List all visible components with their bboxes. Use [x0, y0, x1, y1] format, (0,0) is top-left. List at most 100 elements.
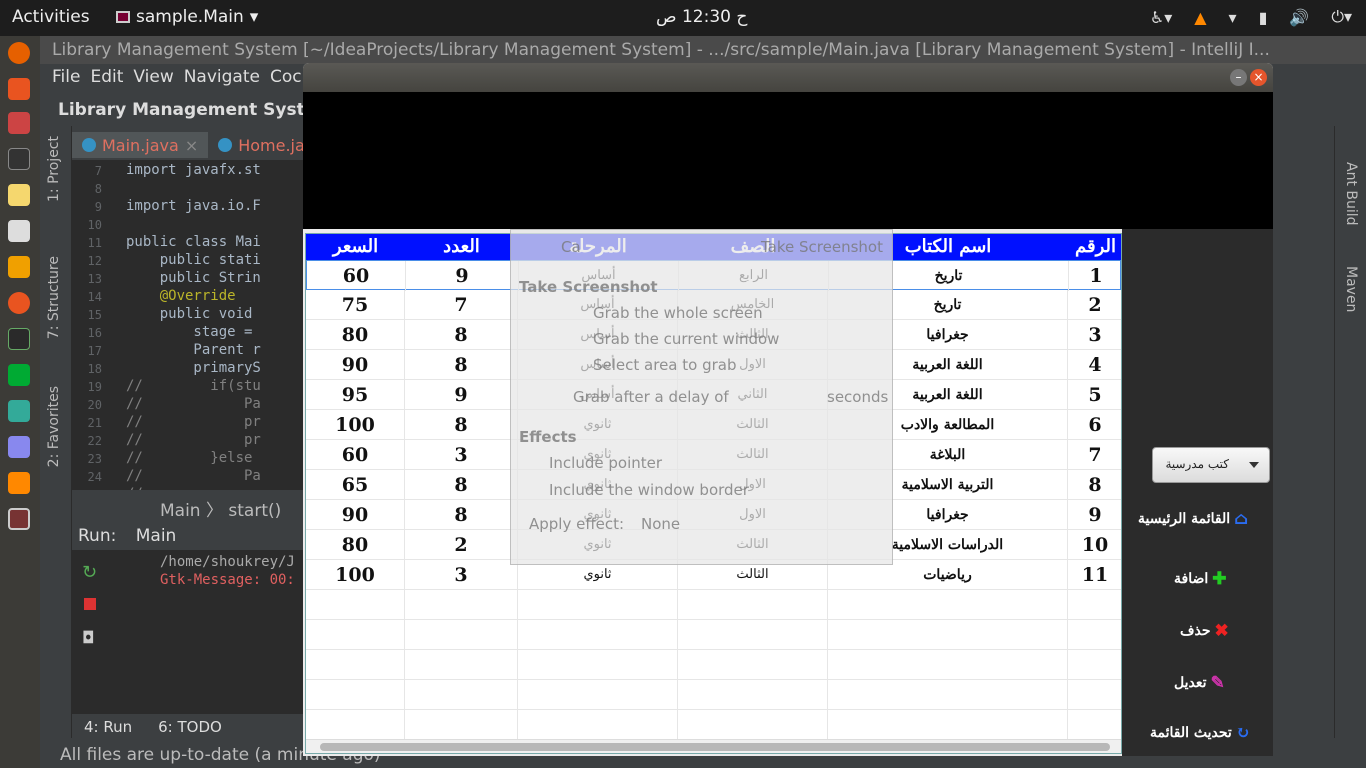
table-cell: 2 [1068, 290, 1123, 320]
edit-button[interactable]: تعديل ✎ [1174, 673, 1225, 693]
table-cell [678, 590, 828, 620]
scrollbar-thumb[interactable] [320, 743, 1110, 751]
refresh-button[interactable]: تحديث القائمة ↻ [1150, 723, 1250, 743]
table-row[interactable] [306, 590, 1123, 620]
table-row[interactable]: 9 جغرافيا الاول ثانوي 8 90 [306, 500, 1123, 530]
tab-main-java[interactable]: Main.java × [72, 132, 209, 158]
table-cell: الثالث [678, 560, 828, 590]
system-tray: ♿▾ ▲ ▾ ▮ 🔊 ⏻▾ [1150, 7, 1352, 27]
code-editor[interactable]: 7 import javafx.st 8 9 import java.io.F 10 11 p… [72, 160, 304, 490]
table-row[interactable]: 5 اللغة العربية الثاني أساس 9 95 [306, 380, 1123, 410]
menu-view[interactable]: View [133, 67, 173, 89]
table-row[interactable]: 1 تاريخ الرابع أساس 9 60 [306, 260, 1124, 291]
table-cell: رياضيات [828, 560, 1068, 590]
table-row[interactable]: 2 تاريخ الخامس أساس 7 75 [306, 290, 1123, 320]
table-cell: اللغة العربية [828, 350, 1068, 380]
table-row[interactable]: 7 البلاغة الثالث ثانوي 3 60 [306, 440, 1123, 470]
table-cell: ثانوي [518, 470, 678, 500]
books-table[interactable]: الرقم اسم الكتاب الصف المرحلة العدد السعر 1 تا… [305, 233, 1124, 754]
table-cell [405, 680, 518, 710]
table-row[interactable] [306, 710, 1123, 740]
tab-home-java[interactable]: Home.ja [208, 132, 315, 158]
menu-navigate[interactable]: Navigate [184, 67, 260, 89]
sheet-icon[interactable] [8, 400, 30, 422]
camera-icon[interactable]: ◘ [82, 628, 95, 647]
chevron-down-icon[interactable]: ▾ [1229, 8, 1237, 27]
table-cell [306, 680, 405, 710]
table-cell: 8 [405, 470, 518, 500]
table-cell: الاول [678, 470, 828, 500]
clock[interactable]: ح 12:30 ص [656, 7, 747, 27]
column-header[interactable]: اسم الكتاب [828, 234, 1068, 260]
table-row[interactable]: 3 جغرافيا الثالث أساس 8 80 [306, 320, 1123, 350]
column-header[interactable]: المرحلة [518, 234, 678, 260]
intellij-icon[interactable] [8, 364, 30, 386]
table-row[interactable]: 6 المطالعة والادب الثالث ثانوي 8 100 [306, 410, 1123, 440]
table-cell: الخامس [678, 290, 828, 320]
ubuntu-icon[interactable] [8, 292, 30, 314]
accessibility-icon[interactable]: ♿▾ [1150, 8, 1172, 27]
screenshot-icon[interactable] [8, 220, 30, 242]
table-row[interactable] [306, 650, 1123, 680]
monitor-icon[interactable] [8, 328, 30, 350]
close-icon[interactable]: × [1250, 69, 1267, 86]
menu-code[interactable]: Coc [270, 67, 302, 89]
breadcrumb[interactable]: Main 〉 start() [160, 496, 281, 521]
tab-project[interactable]: 1: Project [46, 136, 62, 202]
vlc-icon[interactable]: ▲ [1194, 8, 1206, 27]
power-icon[interactable]: ⏻▾ [1331, 7, 1352, 27]
code-line: // }else [126, 450, 253, 466]
column-header[interactable]: السعر [306, 234, 405, 260]
table-row[interactable]: 4 اللغة العربية الاول أساس 8 90 [306, 350, 1123, 380]
tab-structure[interactable]: 7: Structure [46, 256, 62, 339]
menu-file[interactable]: File [52, 67, 80, 89]
tab-ant-build[interactable]: Ant Build [1343, 162, 1359, 226]
volume-icon[interactable]: 🔊 [1289, 8, 1309, 27]
app-titlebar[interactable]: – × [303, 63, 1273, 92]
tab-run[interactable]: 4: Run [84, 718, 132, 736]
app-window-icon[interactable] [8, 508, 30, 530]
line-number: 13 [87, 272, 102, 286]
code-line: public Strin [126, 270, 261, 286]
firefox-icon[interactable] [8, 42, 30, 64]
table-cell [405, 590, 518, 620]
editor-tabs: Main.java × Home.ja [72, 132, 315, 158]
table-row[interactable] [306, 680, 1123, 710]
terminal-icon[interactable] [8, 148, 30, 170]
stop-icon[interactable] [84, 598, 96, 610]
tab-todo[interactable]: 6: TODO [158, 718, 222, 736]
minimize-icon[interactable]: – [1230, 69, 1247, 86]
column-header[interactable]: الصف [678, 234, 828, 260]
column-header[interactable]: العدد [405, 234, 518, 260]
tab-maven[interactable]: Maven [1343, 266, 1359, 312]
jedit-icon[interactable] [8, 256, 30, 278]
app-menu[interactable]: sample.Main ▾ [116, 7, 258, 27]
table-row[interactable]: 10 الدراسات الاسلامية الثالث ثانوي 2 80 [306, 530, 1123, 560]
menu-edit[interactable]: Edit [90, 67, 123, 89]
run-panel: Run: Main /home/shoukrey/J Gtk-Message: … [72, 524, 304, 714]
gem-icon[interactable] [8, 436, 30, 458]
line-number: 22 [87, 434, 102, 448]
category-combo[interactable]: كتب مدرسية [1152, 447, 1270, 483]
launcher-dock [0, 36, 40, 768]
delete-button[interactable]: حذف ✖ [1180, 621, 1229, 641]
editor-icon[interactable] [8, 184, 30, 206]
store-icon[interactable] [8, 78, 30, 100]
vlc-icon[interactable] [8, 472, 30, 494]
table-row[interactable] [306, 620, 1123, 650]
table-row[interactable]: 11 رياضيات الثالث ثانوي 3 100 [306, 560, 1123, 590]
files-icon[interactable] [8, 112, 30, 134]
run-config[interactable]: Main [136, 526, 177, 546]
table-row[interactable]: 8 التربية الاسلامية الاول ثانوي 8 65 [306, 470, 1123, 500]
home-button[interactable]: القائمة الرئيسية ⌂ [1138, 509, 1248, 529]
add-button[interactable]: اضافة ✚ [1174, 569, 1227, 589]
activities-button[interactable]: Activities [12, 7, 90, 27]
horizontal-scrollbar[interactable] [306, 739, 1121, 753]
close-icon[interactable]: × [185, 136, 198, 155]
table-cell: 100 [306, 560, 405, 590]
network-icon[interactable]: ▮ [1259, 8, 1268, 27]
rerun-icon[interactable]: ↻ [82, 562, 97, 583]
delete-label: حذف [1180, 623, 1211, 639]
column-header[interactable]: الرقم [1068, 234, 1123, 260]
tab-favorites[interactable]: 2: Favorites [46, 386, 62, 467]
